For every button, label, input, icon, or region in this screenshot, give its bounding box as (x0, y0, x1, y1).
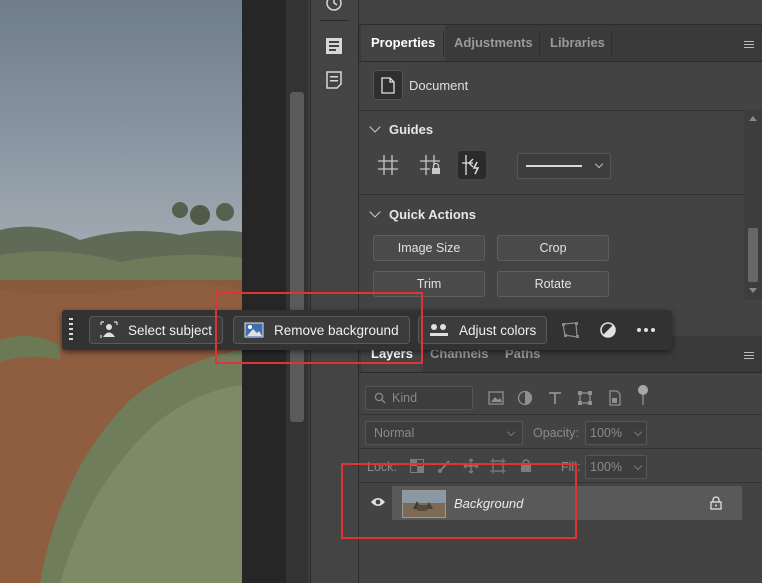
adjust-colors-button[interactable]: Adjust colors (418, 316, 548, 344)
canvas-scrollbar-thumb[interactable] (290, 92, 304, 422)
properties-tabbar: Properties Adjustments Libraries (359, 25, 762, 62)
canvas-image[interactable] (0, 0, 242, 583)
opacity-input[interactable]: 100% (585, 421, 647, 445)
adjustment-circle-icon[interactable] (594, 316, 622, 344)
filter-toggle[interactable] (638, 385, 648, 395)
transform-icon[interactable] (556, 316, 584, 344)
filter-toggle-stem (642, 395, 644, 405)
lock-image-pixels-icon[interactable] (431, 452, 459, 480)
contextual-task-bar: Select subject Remove background Adjust … (62, 310, 672, 350)
blend-mode-value: Normal (374, 426, 415, 440)
filter-adjustment-icon[interactable] (511, 384, 539, 412)
guides-section-header[interactable]: Guides (369, 121, 434, 137)
lock-guides-icon[interactable] (416, 151, 444, 179)
guide-line-style-dropdown[interactable] (517, 153, 611, 179)
smart-guides-icon[interactable] (458, 151, 486, 179)
select-subject-label: Select subject (128, 322, 213, 338)
select-subject-icon (100, 321, 118, 338)
opacity-label: Opacity: (533, 426, 579, 440)
quick-actions-title: Quick Actions (389, 207, 476, 222)
layer-lock-icon[interactable] (710, 496, 722, 510)
layers-panel-menu-icon[interactable] (744, 350, 754, 361)
rotate-button[interactable]: Rotate (497, 271, 609, 297)
layer-row-background[interactable]: Background (371, 486, 742, 520)
trim-button[interactable]: Trim (373, 271, 485, 297)
properties-icon[interactable] (321, 33, 347, 59)
lock-all-icon[interactable] (512, 452, 540, 480)
notes-icon[interactable] (321, 67, 347, 93)
eye-icon[interactable] (370, 496, 386, 508)
filter-kind-value: Kind (392, 391, 418, 405)
fill-input[interactable]: 100% (585, 455, 647, 479)
lock-label: Lock: (367, 460, 397, 474)
crop-button[interactable]: Crop (497, 235, 609, 261)
layer-filter-kind-dropdown[interactable]: Kind (365, 386, 473, 410)
lock-position-icon[interactable] (457, 452, 485, 480)
search-icon (374, 392, 386, 404)
tab-libraries[interactable]: Libraries (540, 25, 615, 61)
document-label: Document (409, 78, 469, 93)
filter-pixel-icon[interactable] (482, 384, 510, 412)
image-size-button[interactable]: Image Size (373, 235, 485, 261)
layer-name[interactable]: Background (454, 496, 523, 511)
filter-smart-object-icon[interactable] (601, 384, 629, 412)
filter-shape-icon[interactable] (571, 384, 599, 412)
more-options-icon[interactable] (632, 316, 660, 344)
canvas-pasteboard (242, 0, 286, 583)
panel-menu-icon[interactable] (744, 39, 754, 50)
adjust-colors-icon (430, 324, 448, 336)
remove-background-icon (244, 322, 264, 338)
drag-handle[interactable] (68, 315, 74, 345)
filter-type-icon[interactable] (541, 384, 569, 412)
layer-thumbnail (402, 490, 446, 518)
quick-actions-section-header[interactable]: Quick Actions (369, 206, 476, 222)
select-subject-button[interactable]: Select subject (89, 316, 224, 344)
tab-properties[interactable]: Properties (361, 25, 446, 61)
guides-title: Guides (389, 122, 434, 137)
lock-transparent-pixels-icon[interactable] (403, 452, 431, 480)
adjust-colors-label: Adjust colors (459, 322, 537, 338)
guides-grid-icon[interactable] (374, 151, 402, 179)
tab-adjustments[interactable]: Adjustments (444, 25, 543, 61)
blend-mode-dropdown[interactable]: Normal (365, 421, 523, 445)
panel-icon-strip (310, 0, 359, 583)
document-icon (373, 70, 403, 100)
lock-artboard-icon[interactable] (484, 452, 512, 480)
fill-label: Fill: (561, 460, 581, 474)
remove-background-label: Remove background (274, 322, 399, 338)
remove-background-button[interactable]: Remove background (233, 316, 410, 344)
history-icon[interactable] (321, 0, 347, 16)
properties-scrollbar[interactable] (744, 110, 762, 300)
